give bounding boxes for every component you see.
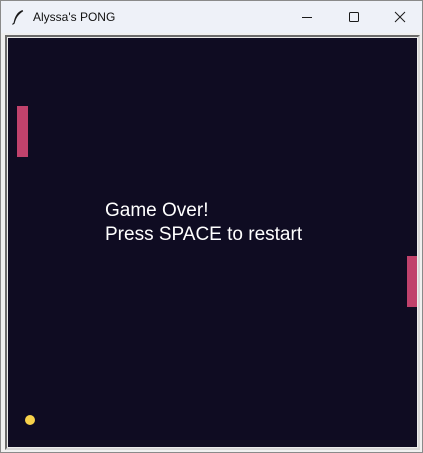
window-title: Alyssa's PONG — [33, 10, 116, 24]
game-over-text: Game Over! — [105, 200, 209, 221]
app-window: Alyssa's PONG Game Over! Press SPACE to … — [0, 0, 423, 453]
game-canvas[interactable]: Game Over! Press SPACE to restart — [8, 38, 417, 447]
feather-icon — [11, 9, 25, 25]
restart-hint-text: Press SPACE to restart — [105, 224, 303, 245]
maximize-button[interactable] — [331, 1, 377, 33]
right-paddle — [407, 256, 417, 307]
game-canvas-frame: Game Over! Press SPACE to restart — [5, 35, 420, 450]
game-over-message: Game Over! Press SPACE to restart — [105, 199, 302, 247]
left-paddle — [17, 106, 28, 157]
close-icon — [394, 11, 406, 23]
title-bar[interactable]: Alyssa's PONG — [1, 1, 422, 33]
minimize-button[interactable] — [284, 1, 330, 33]
close-button[interactable] — [377, 1, 423, 33]
ball — [25, 415, 35, 425]
minimize-icon — [301, 11, 313, 23]
maximize-icon — [348, 11, 360, 23]
